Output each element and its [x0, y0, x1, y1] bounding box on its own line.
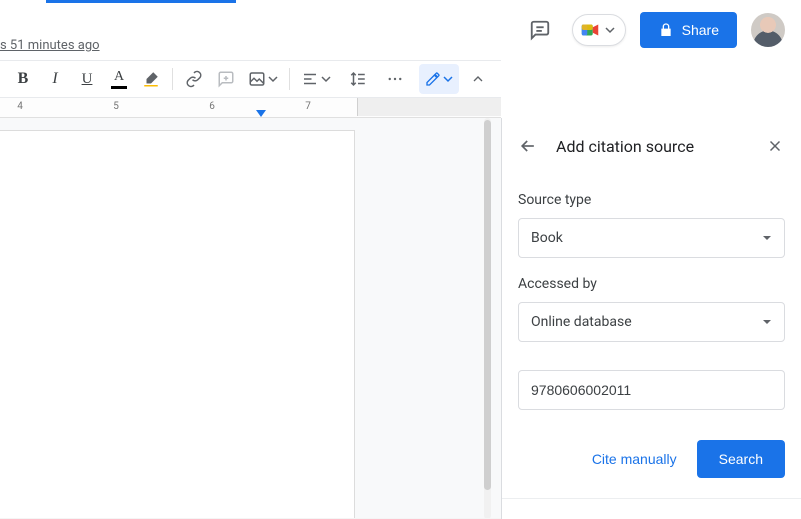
lock-icon [658, 22, 674, 38]
chevron-down-icon [762, 317, 772, 327]
text-color-button[interactable]: A [104, 64, 134, 94]
ruler-number: 7 [305, 101, 311, 112]
italic-button[interactable]: I [40, 64, 70, 94]
active-tab-underline [46, 0, 236, 3]
toolbar: B I U A [0, 60, 501, 98]
citation-side-panel: Add citation source Source type Book Acc… [501, 118, 801, 519]
close-button[interactable] [761, 132, 789, 160]
accessed-by-value: Online database [531, 314, 632, 330]
collapse-toolbar-button[interactable] [463, 64, 493, 94]
cite-manually-button[interactable]: Cite manually [586, 443, 683, 475]
bold-button[interactable]: B [8, 64, 38, 94]
right-indent-marker[interactable] [256, 110, 266, 117]
more-tools-button[interactable] [380, 64, 410, 94]
source-type-value: Book [531, 230, 563, 246]
back-button[interactable] [514, 132, 542, 160]
document-canvas[interactable] [0, 118, 501, 519]
insert-link-button[interactable] [179, 64, 209, 94]
vertical-scrollbar[interactable] [484, 118, 491, 519]
line-spacing-button[interactable] [338, 64, 378, 94]
avatar[interactable] [751, 13, 785, 47]
add-comment-button[interactable] [211, 64, 241, 94]
editing-mode-button[interactable] [419, 64, 459, 94]
ruler-number: 6 [209, 101, 215, 112]
last-edit-link[interactable]: s 51 minutes ago [0, 38, 100, 53]
underline-button[interactable]: U [72, 64, 102, 94]
arrow-left-icon [518, 136, 538, 156]
align-button[interactable] [296, 64, 336, 94]
ruler-number: 4 [17, 101, 23, 112]
chevron-down-icon [762, 233, 772, 243]
side-panel-title: Add citation source [556, 137, 747, 156]
meet-button[interactable] [572, 14, 626, 46]
search-button[interactable]: Search [697, 440, 785, 478]
share-button[interactable]: Share [640, 12, 737, 48]
ruler-number: 5 [113, 101, 119, 112]
accessed-by-label: Accessed by [518, 276, 785, 292]
isbn-search-input[interactable] [518, 370, 785, 410]
source-type-label: Source type [518, 192, 785, 208]
meet-icon [579, 19, 601, 41]
comments-icon[interactable] [522, 12, 558, 48]
ruler[interactable]: 4 5 6 7 [0, 98, 501, 118]
page[interactable] [0, 130, 355, 519]
insert-image-button[interactable] [243, 64, 283, 94]
chevron-down-icon [605, 25, 615, 35]
source-type-select[interactable]: Book [518, 218, 785, 258]
highlight-button[interactable] [136, 64, 166, 94]
accessed-by-select[interactable]: Online database [518, 302, 785, 342]
share-button-label: Share [682, 22, 719, 38]
close-icon [766, 137, 784, 155]
